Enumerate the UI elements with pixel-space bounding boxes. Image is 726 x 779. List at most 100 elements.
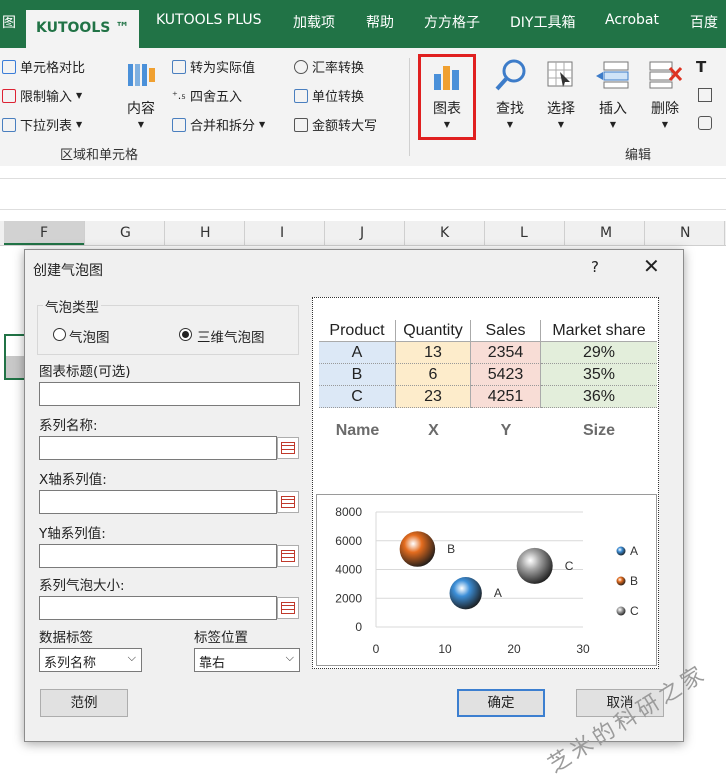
- column-header-M[interactable]: M: [600, 225, 612, 241]
- tab-acrobat[interactable]: Acrobat: [605, 12, 659, 28]
- bubble-size-input[interactable]: [39, 596, 277, 620]
- text-icon[interactable]: T: [696, 58, 706, 76]
- series-name-input[interactable]: [39, 436, 277, 460]
- preview-panel: Product Quantity Sales Market share A 13…: [312, 297, 659, 669]
- table-cell: 4251: [471, 386, 541, 408]
- x-tick-label: 20: [507, 642, 521, 656]
- column-header-L[interactable]: L: [520, 225, 528, 241]
- currency-icon: [294, 59, 308, 74]
- bubble-A: [449, 577, 482, 610]
- tab-baidu[interactable]: 百度: [690, 12, 718, 32]
- data-label-select[interactable]: 系列名称 ⌵: [39, 648, 142, 672]
- tab-view[interactable]: 图: [2, 12, 16, 32]
- y-values-label: Y轴系列值:: [39, 526, 106, 542]
- y-values-range-picker[interactable]: [277, 545, 299, 567]
- convert-icon: [172, 59, 186, 74]
- y-values-input[interactable]: [39, 544, 277, 568]
- amount-upper-button[interactable]: 金额转大写: [294, 115, 377, 134]
- compare-icon: [2, 59, 16, 74]
- compare-cells-button[interactable]: 单元格对比: [2, 57, 85, 76]
- delete-icon: [649, 61, 682, 89]
- limit-input-button[interactable]: 限制输入 ▼: [2, 86, 82, 105]
- limit-input-label: 限制输入: [20, 90, 73, 105]
- chart-title-input[interactable]: [39, 382, 300, 406]
- table-cell: 23: [396, 386, 471, 408]
- bubble-label-B: B: [447, 542, 455, 556]
- table-header: Product: [319, 320, 396, 342]
- chevron-down-icon: ▼: [76, 91, 83, 100]
- legend-marker-B: [616, 576, 626, 586]
- x-values-range-picker[interactable]: [277, 491, 299, 513]
- find-label: 查找: [496, 101, 524, 117]
- help-button[interactable]: ?: [591, 258, 599, 276]
- ribbon-separator: [409, 58, 410, 156]
- select-label: 选择: [547, 101, 575, 117]
- column-header-H[interactable]: H: [200, 225, 211, 241]
- footer-x: X: [428, 422, 439, 439]
- unit-convert-label: 单位转换: [312, 90, 365, 105]
- to-actual-button[interactable]: 转为实际值: [172, 57, 255, 76]
- example-button[interactable]: 范例: [40, 689, 128, 717]
- label-position-select[interactable]: 靠右 ⌵: [194, 648, 300, 672]
- tab-kutools[interactable]: KUTOOLS ™: [26, 10, 140, 48]
- column-header-J[interactable]: J: [360, 225, 364, 241]
- tab-help[interactable]: 帮助: [366, 12, 394, 32]
- dialog-title: 创建气泡图: [33, 263, 103, 279]
- formula-bar[interactable]: [0, 178, 726, 210]
- table-header: Sales: [471, 320, 541, 342]
- x-tick-label: 10: [438, 642, 452, 656]
- amount-upper-label: 金额转大写: [312, 119, 378, 134]
- table-header: Market share: [541, 320, 657, 342]
- tab-addins[interactable]: 加载项: [293, 12, 335, 32]
- merge-split-button[interactable]: 合并和拆分 ▼: [172, 115, 265, 134]
- unit-convert-button[interactable]: 单位转换: [294, 86, 364, 105]
- column-divider: [644, 221, 645, 245]
- tab-fangfang[interactable]: 方方格子: [424, 12, 480, 32]
- magnifier-icon: [495, 59, 526, 91]
- column-divider: [724, 221, 725, 245]
- x-values-label: X轴系列值:: [39, 472, 107, 488]
- table-cell: 36%: [541, 386, 657, 408]
- column-header-N[interactable]: N: [680, 225, 690, 241]
- series-name-range-picker[interactable]: [277, 437, 299, 459]
- footer-name: Name: [335, 422, 380, 439]
- legend-label-C: C: [630, 604, 639, 618]
- column-divider: [84, 221, 85, 245]
- tab-kutools-plus[interactable]: KUTOOLS PLUS: [156, 12, 261, 28]
- bubble-label-A: A: [494, 586, 502, 600]
- link-icon[interactable]: [698, 116, 712, 130]
- dropdown-list-label: 下拉列表: [20, 119, 73, 134]
- insert-label: 插入: [599, 101, 627, 117]
- series-name-label: 系列名称:: [39, 418, 98, 434]
- content-label: 内容: [127, 101, 155, 117]
- bubble-B: [399, 531, 436, 567]
- column-header-I[interactable]: I: [280, 225, 284, 241]
- ok-button[interactable]: 确定: [457, 689, 545, 717]
- column-header-F[interactable]: F: [40, 225, 48, 241]
- tab-diy-toolbox[interactable]: DIY工具箱: [510, 12, 575, 32]
- currency-convert-button[interactable]: 汇率转换: [294, 57, 364, 76]
- preview-table: Product Quantity Sales Market share A 13…: [319, 320, 657, 412]
- close-button[interactable]: ✕: [643, 254, 660, 278]
- table-cell: 2354: [471, 342, 541, 364]
- dropdown-list-button[interactable]: 下拉列表 ▼: [2, 115, 82, 134]
- column-header-G[interactable]: G: [120, 225, 131, 241]
- bubble-size-range-picker[interactable]: [277, 597, 299, 619]
- legend-label-B: B: [630, 574, 638, 588]
- bubble-chart-preview: 0 2000 4000 6000 8000 0 10 20 30 A A B B C C: [316, 494, 657, 666]
- table-cell: 6: [396, 364, 471, 386]
- chart-label: 图表: [433, 101, 461, 117]
- group-label-edit: 编辑: [625, 148, 652, 163]
- x-values-input[interactable]: [39, 490, 277, 514]
- bubble-label-C: C: [565, 559, 574, 573]
- chevron-down-icon: ▼: [443, 120, 451, 129]
- radio-bubble-3d[interactable]: [179, 328, 192, 341]
- chevron-down-icon: ▼: [661, 120, 669, 129]
- footer-size: Size: [582, 422, 615, 439]
- round-button[interactable]: ⁺.₅ 四舍五入: [172, 86, 242, 106]
- radio-bubble-2d[interactable]: [53, 328, 66, 341]
- column-header-K[interactable]: K: [440, 225, 449, 241]
- column-divider: [244, 221, 245, 245]
- amount-icon: [294, 117, 308, 132]
- format-icon[interactable]: [698, 88, 712, 102]
